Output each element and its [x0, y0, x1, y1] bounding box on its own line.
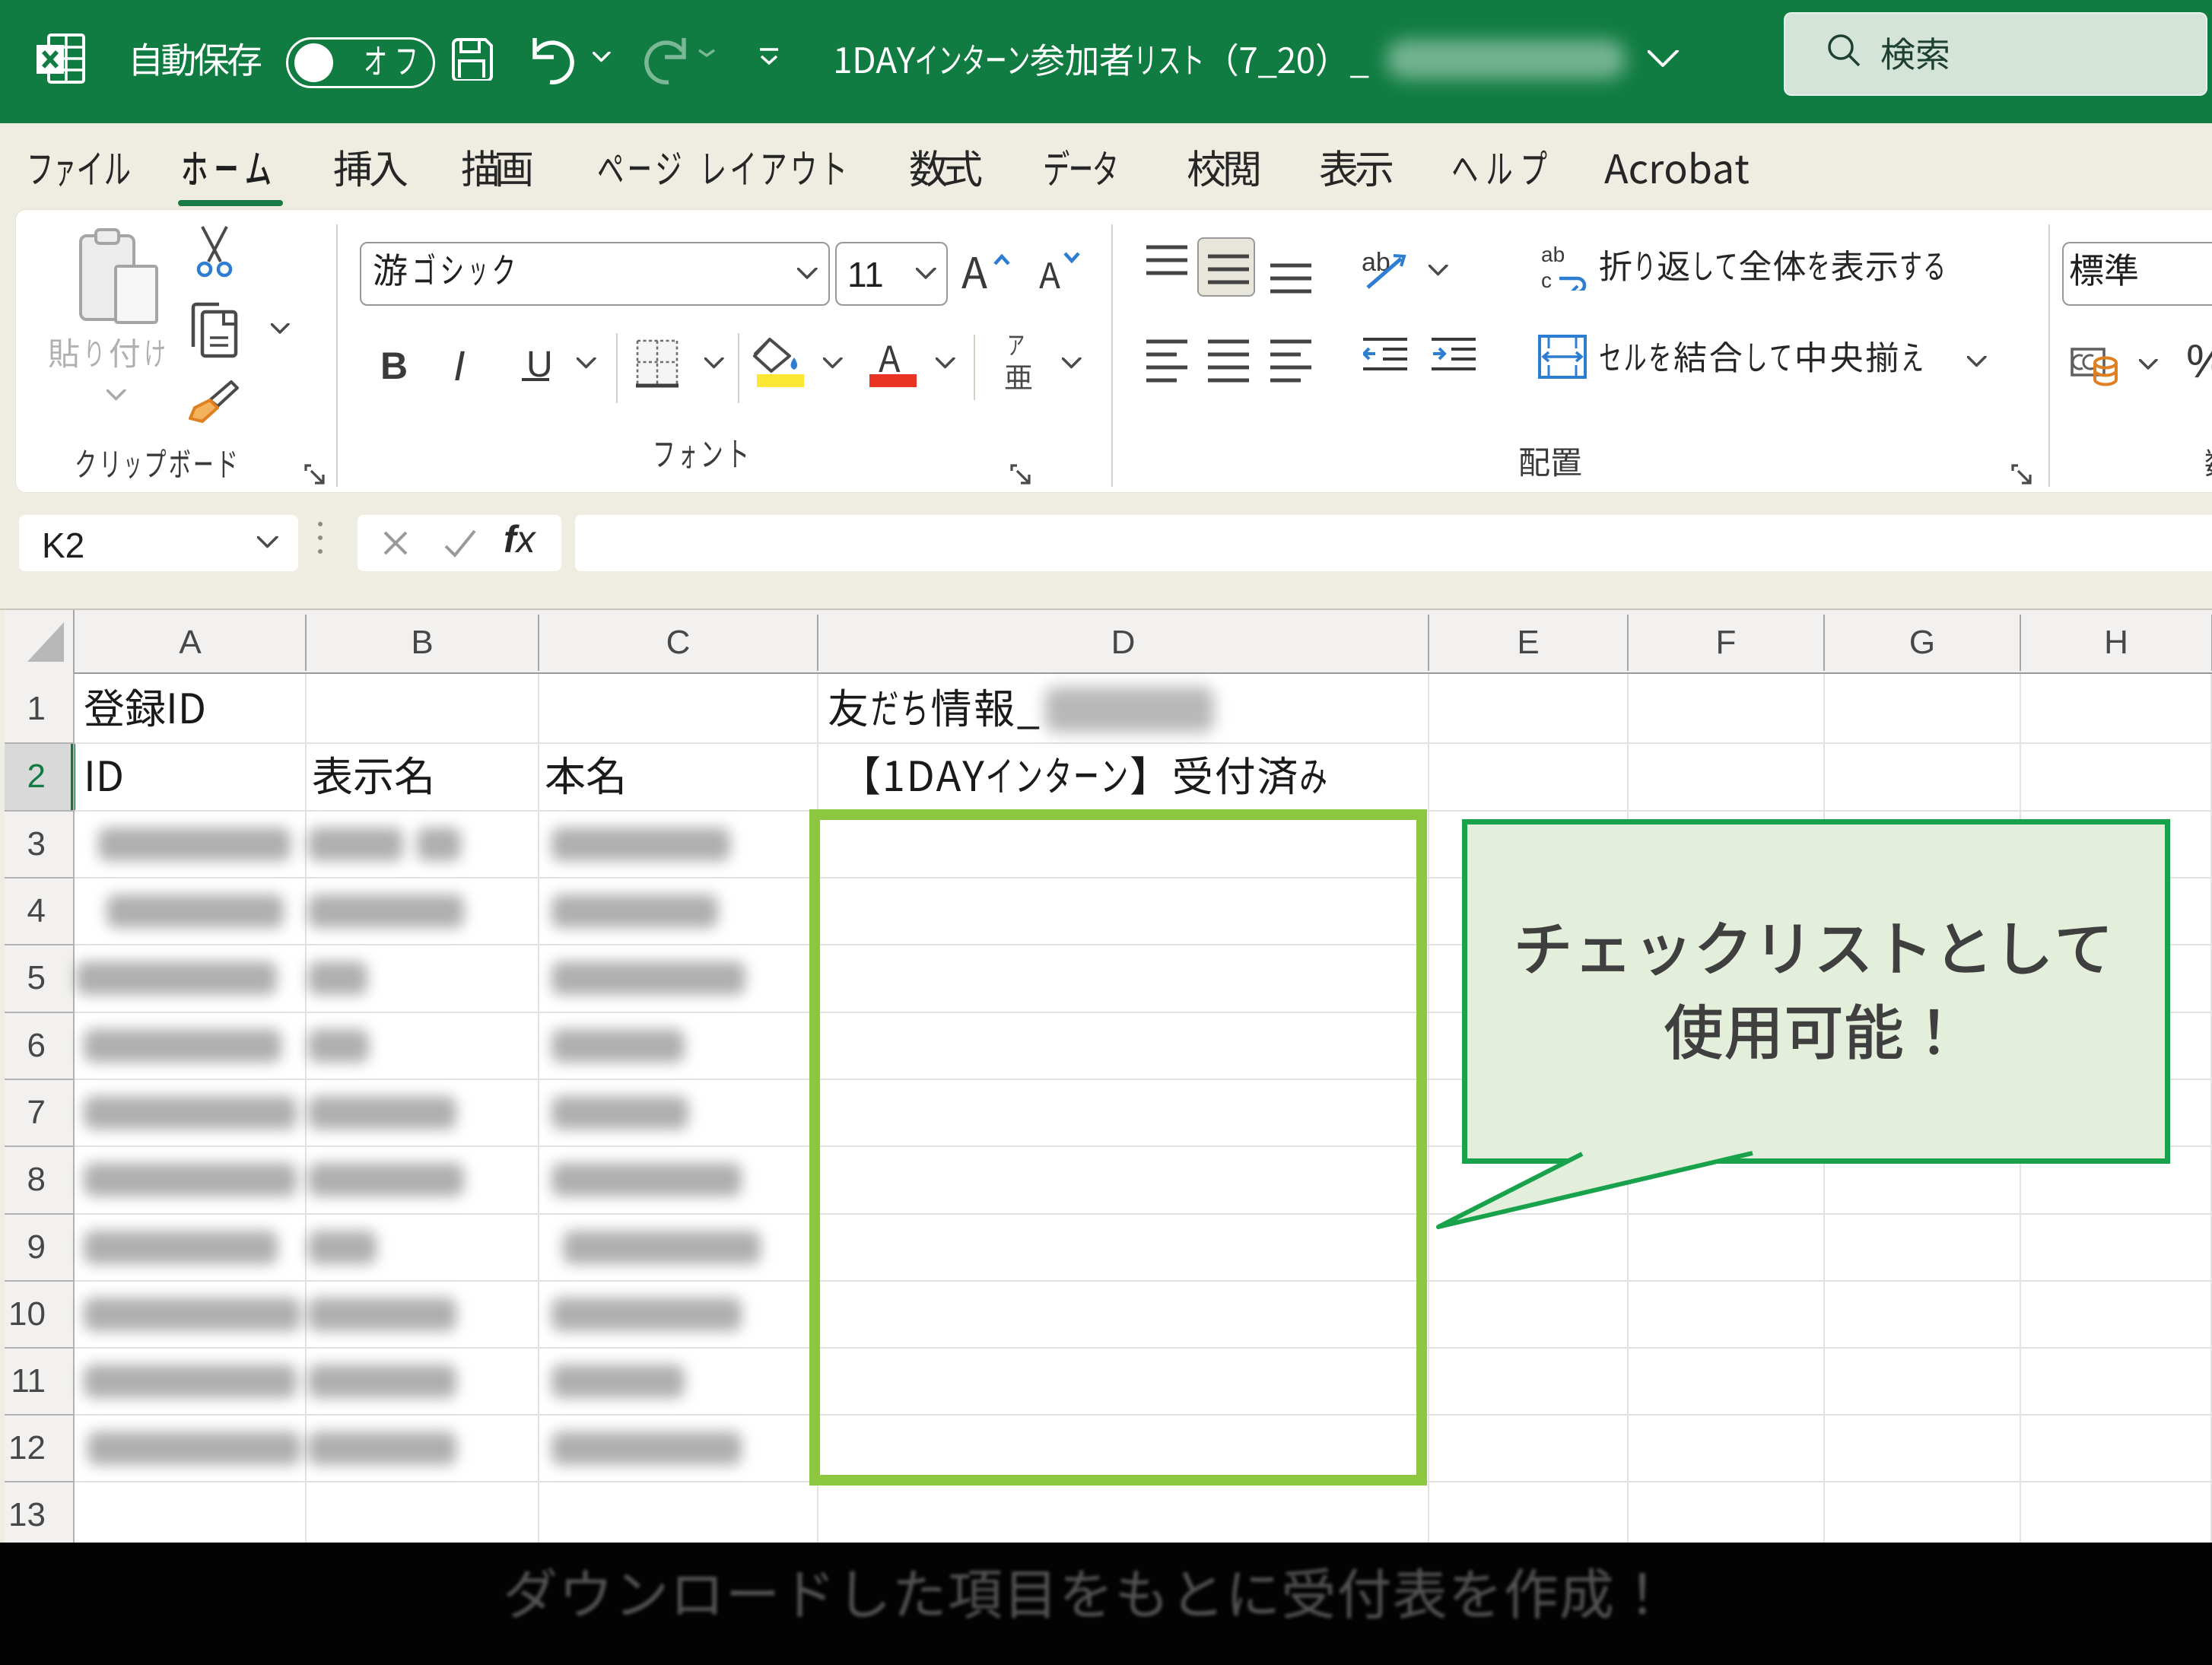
svg-text:c: c	[1541, 268, 1552, 291]
svg-text:ab: ab	[1541, 245, 1565, 266]
